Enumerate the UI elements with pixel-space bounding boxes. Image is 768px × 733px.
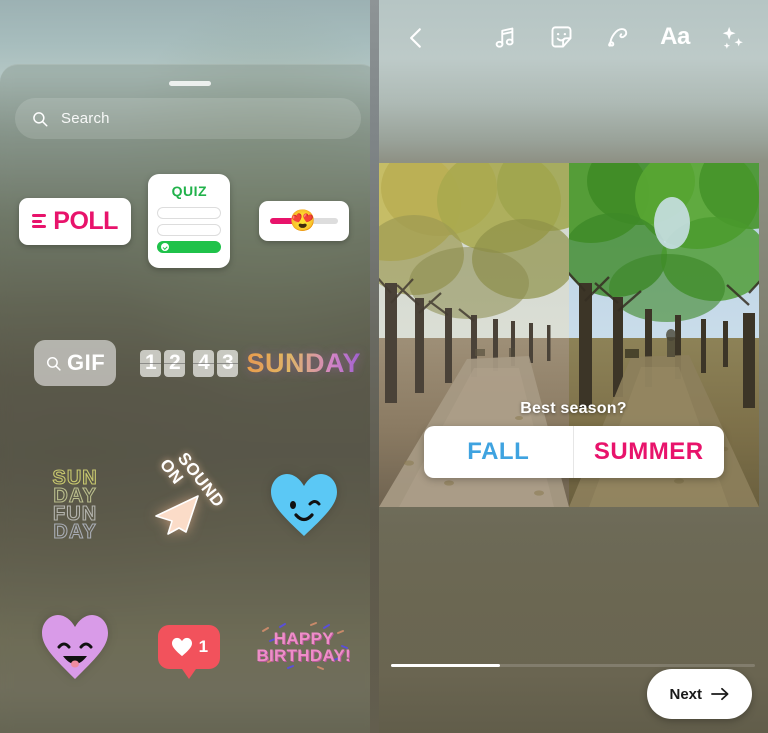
arrow-right-icon (711, 687, 729, 701)
sticker-item-sound-on[interactable]: SOUND ON (132, 449, 246, 561)
poll-sticker-label: POLL (53, 206, 118, 235)
check-icon (161, 243, 170, 251)
sticker-item-like-count[interactable]: 1 (132, 591, 246, 703)
sunday-funday-sticker: SUN DAY FUN DAY (52, 467, 97, 543)
quiz-sticker-label: QUIZ (171, 183, 208, 199)
countdown-digit: 2 (164, 349, 186, 377)
search-icon (33, 111, 48, 126)
story-preview-panel: Aa Best season? FALL SUMMER Next (379, 0, 768, 733)
blue-heart-icon[interactable] (268, 471, 340, 539)
sunday-text-sticker: SUNDAY (246, 347, 361, 378)
quiz-option-row (157, 224, 222, 236)
hb-line2: BIRTHDAY! (256, 646, 352, 665)
text-aa-icon[interactable]: Aa (660, 22, 690, 52)
sticker-drawer-panel: Search POLL QUIZ 😍 GIF 1 2 4 3 SUNDAY SU… (0, 0, 379, 733)
emoji-thumb-icon: 😍 (289, 209, 316, 233)
countdown-sticker[interactable]: 1 2 4 3 (140, 349, 239, 377)
gif-button[interactable]: GIF (34, 340, 117, 386)
sticker-grid: POLL QUIZ 😍 GIF 1 2 4 3 SUNDAY SUN DAY F… (0, 165, 379, 703)
sticker-item-countdown[interactable]: 1 2 4 3 (132, 307, 246, 419)
story-progress-bar[interactable] (391, 664, 755, 667)
music-note-icon[interactable] (489, 22, 519, 52)
poll-question: Best season? (520, 400, 627, 417)
chevron-left-icon[interactable] (403, 25, 429, 51)
like-count-label: 1 (198, 637, 209, 656)
sticker-item-happy-birthday[interactable]: HAPPY BIRTHDAY! (246, 591, 361, 703)
story-editor-screen: Search POLL QUIZ 😍 GIF 1 2 4 3 SUNDAY SU… (0, 0, 768, 733)
poll-bars-icon (32, 214, 47, 228)
story-progress-fill (391, 664, 501, 667)
next-button[interactable]: Next (647, 669, 752, 719)
search-input[interactable]: Search (15, 98, 361, 139)
sticker-item-gif[interactable]: GIF (18, 307, 132, 419)
drag-handle[interactable] (168, 81, 211, 86)
sound-on-sticker[interactable]: SOUND ON (146, 449, 232, 548)
text-aa-label: Aa (660, 23, 690, 50)
sparkles-icon[interactable] (717, 22, 747, 52)
emoji-slider-card[interactable]: 😍 (258, 201, 349, 241)
countdown-digit: 1 (140, 349, 162, 377)
sticker-item-poll[interactable]: POLL (18, 165, 132, 277)
gif-label: GIF (67, 350, 106, 375)
countdown-digit: 3 (217, 349, 239, 377)
next-button-label: Next (669, 685, 702, 703)
search-icon (46, 356, 61, 371)
panel-divider (370, 0, 379, 733)
story-toolbar: Aa (379, 0, 768, 78)
poll-options: FALL SUMMER (423, 426, 724, 478)
heart-icon (171, 637, 192, 657)
quiz-option-row-selected (157, 241, 222, 253)
quiz-option-row (157, 207, 222, 219)
like-bubble-sticker[interactable]: 1 (158, 625, 221, 669)
quiz-sticker-card[interactable]: QUIZ (148, 174, 231, 268)
countdown-digit: 4 (193, 349, 215, 377)
search-placeholder: Search (61, 110, 110, 127)
slider-track: 😍 (269, 211, 338, 232)
purple-heart-icon[interactable] (39, 612, 111, 682)
poll-option-summer[interactable]: SUMMER (574, 426, 724, 478)
draw-squiggle-icon[interactable] (603, 22, 633, 52)
sticker-item-blue-heart[interactable] (246, 449, 361, 561)
poll-option-fall[interactable]: FALL (424, 426, 574, 478)
hb-line1: HAPPY (273, 628, 334, 648)
sticker-item-sunday-funday[interactable]: SUN DAY FUN DAY (18, 449, 132, 561)
sticker-item-emoji-slider[interactable]: 😍 (246, 165, 361, 277)
happy-birthday-sticker[interactable]: HAPPY BIRTHDAY! (254, 619, 354, 675)
sfd-line: DAY (53, 521, 97, 543)
sticker-sheet: Search POLL QUIZ 😍 GIF 1 2 4 3 SUNDAY SU… (0, 64, 379, 733)
sticker-item-purple-heart[interactable] (18, 591, 132, 703)
happy-birthday-text: HAPPY BIRTHDAY! (256, 628, 352, 665)
sticker-face-icon[interactable] (546, 22, 576, 52)
toolbar-actions: Aa (489, 22, 747, 52)
sticker-item-sunday[interactable]: SUNDAY (246, 307, 361, 419)
sticker-item-quiz[interactable]: QUIZ (132, 165, 246, 277)
story-poll-overlay: Best season? FALL SUMMER (379, 400, 768, 478)
poll-sticker-card[interactable]: POLL (19, 197, 131, 245)
